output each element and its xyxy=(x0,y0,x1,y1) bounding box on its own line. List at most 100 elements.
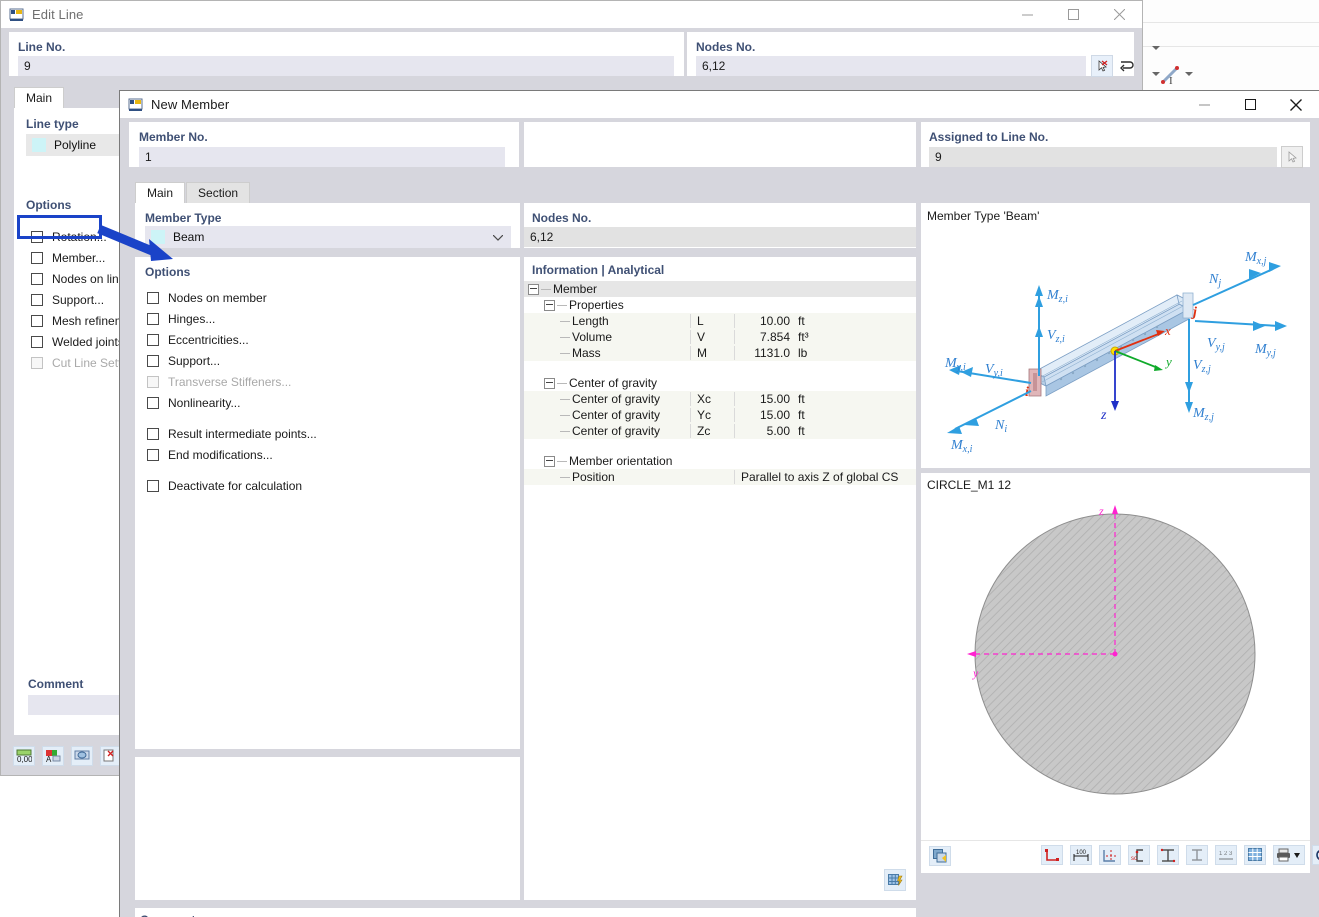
section-grid-icon[interactable] xyxy=(1244,845,1266,865)
new-member-option-row[interactable]: Nodes on member xyxy=(147,287,507,308)
nodes-group: Nodes No. 6,12 xyxy=(524,203,916,248)
section-toolbar[interactable]: 100 sc 1 2 3 xyxy=(921,840,1319,873)
new-member-comment-group: Comment xyxy=(135,908,916,917)
section-axis-label-z: z xyxy=(1098,504,1104,518)
svg-text:1 2 3: 1 2 3 xyxy=(1219,851,1233,857)
section-height-dim-icon[interactable] xyxy=(1186,845,1208,865)
new-member-close-button[interactable] xyxy=(1273,91,1319,118)
new-member-option-row[interactable]: Nonlinearity... xyxy=(147,392,507,413)
info-tree-item-name: Center of gravity xyxy=(572,408,661,422)
member-type-combo[interactable]: Beam xyxy=(145,226,511,248)
edit-line-bottom-toolbar[interactable]: 0,00 A xyxy=(13,746,129,766)
checkbox-icon[interactable] xyxy=(31,251,43,264)
info-tree-item-value: 5.00 xyxy=(734,424,794,438)
info-tree-row: Mass M 1131.0 lb xyxy=(524,345,916,361)
checkbox-icon[interactable] xyxy=(147,354,159,367)
edit-line-close-button[interactable] xyxy=(1096,1,1142,28)
tree-connector xyxy=(541,288,551,290)
checkbox-icon[interactable] xyxy=(147,427,159,440)
chevron-down-icon[interactable] xyxy=(492,230,504,244)
background-dropdown-caret-icon[interactable] xyxy=(1152,46,1160,50)
zoom-reset-icon[interactable] xyxy=(1312,845,1319,865)
new-member-option-row[interactable]: End modifications... xyxy=(147,444,507,465)
nodes-swap-button[interactable] xyxy=(1115,55,1137,77)
section-axes-icon[interactable] xyxy=(1099,845,1121,865)
nodes-pick-button[interactable] xyxy=(1091,55,1113,77)
section-dimension-icon[interactable]: 100 xyxy=(1070,845,1092,865)
info-tree-group-label: Properties xyxy=(569,298,624,312)
nodes-input[interactable]: 6,12 xyxy=(524,227,916,247)
checkbox-icon[interactable] xyxy=(147,312,159,325)
checkbox-icon[interactable] xyxy=(31,293,43,306)
new-member-tabs[interactable]: Main Section xyxy=(135,182,251,204)
tab-main[interactable]: Main xyxy=(14,87,65,109)
member-type-group: Member Type Beam xyxy=(135,203,520,248)
info-tree-group-label: Center of gravity xyxy=(569,376,658,390)
checkbox-icon[interactable] xyxy=(147,291,159,304)
new-member-option-row[interactable]: Eccentricities... xyxy=(147,329,507,350)
section-toolbar-right-group[interactable]: 100 sc 1 2 3 xyxy=(1041,845,1319,865)
checkbox-icon[interactable] xyxy=(31,335,43,348)
new-member-maximize-button[interactable] xyxy=(1227,91,1273,118)
nodes-no-input[interactable]: 6,12 xyxy=(696,56,1086,76)
section-shape-drawing: z y xyxy=(967,504,1256,795)
assigned-line-pick-button[interactable] xyxy=(1281,146,1303,168)
checkbox-icon[interactable] xyxy=(147,479,159,492)
info-tree-row xyxy=(524,361,916,375)
checkbox-icon[interactable] xyxy=(31,272,43,285)
info-tree-group-label: Member orientation xyxy=(569,454,673,468)
new-member-option-row[interactable]: Hinges... xyxy=(147,308,507,329)
edit-line-minimize-button[interactable] xyxy=(1004,1,1050,28)
edit-line-window-controls[interactable] xyxy=(1004,1,1142,28)
edit-line-titlebar[interactable]: Edit Line xyxy=(1,1,1142,28)
new-member-option-row[interactable]: Result intermediate points... xyxy=(147,423,507,444)
tab-main[interactable]: Main xyxy=(135,182,186,204)
section-width-dim-icon[interactable] xyxy=(1157,845,1179,865)
display-properties-icon[interactable]: A xyxy=(42,746,64,766)
line-no-input[interactable]: 9 xyxy=(18,56,674,76)
info-tree-item-name: Volume xyxy=(572,330,613,344)
edit-line-maximize-button[interactable] xyxy=(1050,1,1096,28)
background-dropdown-caret-icon[interactable] xyxy=(1152,72,1160,76)
tree-connector xyxy=(560,430,570,432)
new-member-option-row[interactable]: Support... xyxy=(147,350,507,371)
line-tool-icon[interactable]: I xyxy=(1160,64,1182,86)
section-corner-icon[interactable] xyxy=(1041,845,1063,865)
assigned-line-input[interactable]: 9 xyxy=(929,147,1277,167)
section-shear-center-icon[interactable]: sc xyxy=(1128,845,1150,865)
print-icon[interactable] xyxy=(1273,845,1305,865)
tab-section[interactable]: Section xyxy=(186,182,251,204)
info-tree-item-unit: lb xyxy=(798,346,808,360)
tree-collapse-icon[interactable] xyxy=(544,455,555,467)
checkbox-icon[interactable] xyxy=(31,314,43,327)
information-tree[interactable]: Member Properties Length L 10.00 ft Volume V 7.8… xyxy=(524,281,916,499)
info-tree-item-symbol: Zc xyxy=(690,424,734,438)
table-export-icon[interactable] xyxy=(884,869,906,891)
info-tree-item-symbol: L xyxy=(690,314,734,328)
new-member-option-row[interactable]: Deactivate for calculation xyxy=(147,475,507,496)
section-render-icon[interactable] xyxy=(929,846,951,866)
section-numbering-icon[interactable]: 1 2 3 xyxy=(1215,845,1237,865)
tree-collapse-icon[interactable] xyxy=(528,283,539,295)
units-decimal-places-icon[interactable]: 0,00 xyxy=(13,746,35,766)
new-member-titlebar[interactable]: New Member xyxy=(120,91,1319,118)
background-dropdown-caret-icon[interactable] xyxy=(1185,72,1193,76)
new-member-window-controls[interactable] xyxy=(1181,91,1319,118)
checkbox-icon[interactable] xyxy=(147,333,159,346)
info-tree-row: Position Parallel to axis Z of global CS xyxy=(524,469,916,485)
tree-collapse-icon[interactable] xyxy=(544,299,555,311)
force-label-ni: Ni xyxy=(994,418,1007,435)
tree-collapse-icon[interactable] xyxy=(544,377,555,389)
checkbox-icon[interactable] xyxy=(147,396,159,409)
new-member-option-label: Hinges... xyxy=(168,311,216,326)
edit-line-tabs[interactable]: Main xyxy=(14,87,65,109)
new-member-window: New Member Member No. 1 Assigned to Line… xyxy=(119,90,1319,917)
checkbox-icon[interactable] xyxy=(31,230,43,243)
new-member-options-spacer-panel xyxy=(135,757,520,900)
member-type-color-swatch xyxy=(151,230,165,244)
view-mode-icon[interactable] xyxy=(71,746,93,766)
checkbox-icon[interactable] xyxy=(147,448,159,461)
edit-line-options-header: Options xyxy=(26,198,72,212)
member-no-input[interactable]: 1 xyxy=(139,147,505,167)
new-member-minimize-button[interactable] xyxy=(1181,91,1227,118)
